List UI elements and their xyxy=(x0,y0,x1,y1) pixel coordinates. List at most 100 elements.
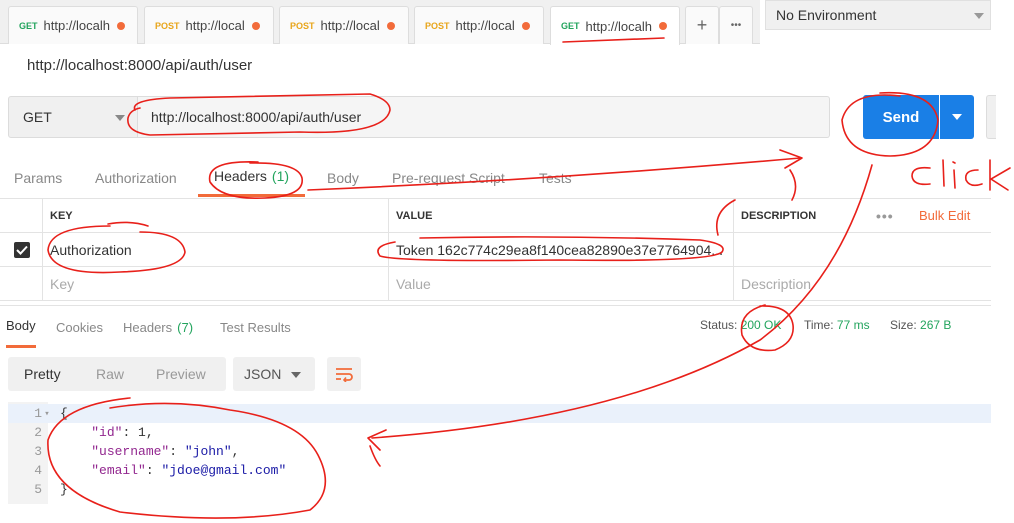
tab-label: Headers xyxy=(214,168,267,184)
json-sep: : xyxy=(122,425,139,440)
tab-response-body[interactable]: Body xyxy=(6,306,36,348)
header-key-cell[interactable]: Authorization xyxy=(43,233,389,266)
request-tab-4[interactable]: POST http://local xyxy=(414,6,544,44)
status-value: 200 OK xyxy=(740,318,782,332)
line-number: 4 xyxy=(34,463,42,478)
tab-pre-request-script[interactable]: Pre-request Script xyxy=(392,158,505,197)
send-options-button[interactable] xyxy=(940,95,974,139)
code-line: 5 } xyxy=(8,480,991,499)
json-key: "email" xyxy=(91,463,146,478)
preview-button[interactable]: Preview xyxy=(156,357,206,391)
json-sep: : xyxy=(169,444,185,459)
json-key: "id" xyxy=(91,425,123,440)
code-text: { xyxy=(60,406,68,421)
tab-response-headers[interactable]: Headers (7) xyxy=(123,306,193,348)
time-meta: Time: 77 ms xyxy=(804,318,870,332)
code-line: 1 ▾ { xyxy=(8,404,991,423)
code-line: 2 "id": 1, xyxy=(8,423,991,442)
tab-label: Body xyxy=(6,318,36,333)
header-description-cell[interactable] xyxy=(734,233,991,266)
plus-icon: + xyxy=(696,15,708,35)
tab-params[interactable]: Params xyxy=(14,158,62,197)
bulk-edit-link[interactable]: Bulk Edit xyxy=(919,208,970,223)
request-tab-2[interactable]: POST http://local xyxy=(144,6,274,44)
new-description-input[interactable]: Description xyxy=(734,267,991,300)
response-tabs: Body Cookies Headers (7) Test Results St… xyxy=(0,305,991,348)
environment-value: No Environment xyxy=(776,7,877,23)
url-input[interactable]: http://localhost:8000/api/auth/user xyxy=(138,96,830,138)
time-value: 77 ms xyxy=(836,318,870,332)
tab-tests[interactable]: Tests xyxy=(539,158,572,197)
tab-url: http://localh xyxy=(43,18,111,33)
new-tab-button[interactable]: + xyxy=(685,6,719,44)
request-tab-3[interactable]: POST http://local xyxy=(279,6,409,44)
format-select[interactable]: JSON xyxy=(233,357,315,391)
chevron-down-icon xyxy=(115,115,125,121)
tab-authorization[interactable]: Authorization xyxy=(95,158,177,197)
unsaved-dot-icon xyxy=(386,21,395,30)
fold-icon[interactable]: ▾ xyxy=(42,409,52,419)
new-key-input[interactable]: Key xyxy=(43,267,389,300)
headers-table: KEY VALUE DESCRIPTION ••• Bulk Edit Auth… xyxy=(0,198,991,301)
table-row-new: Key Value Description xyxy=(0,267,991,301)
environment-select[interactable]: No Environment xyxy=(765,0,991,30)
time-label: Time: xyxy=(804,318,834,332)
more-icon[interactable]: ••• xyxy=(876,208,894,224)
column-header-description: DESCRIPTION ••• Bulk Edit xyxy=(734,199,991,232)
size-meta: Size: 267 B xyxy=(890,318,951,332)
code-line: 4 "email": "jdoe@gmail.com" xyxy=(8,461,991,480)
tab-label: Cookies xyxy=(56,319,103,335)
tab-cookies[interactable]: Cookies xyxy=(56,306,103,348)
size-value: 267 B xyxy=(920,318,952,332)
tab-method: POST xyxy=(290,20,315,31)
header-key: Authorization xyxy=(50,241,132,258)
raw-button[interactable]: Raw xyxy=(96,357,124,391)
tab-label: Authorization xyxy=(95,169,177,186)
checkbox-column-header xyxy=(0,199,43,232)
request-tab-1[interactable]: GET http://localh xyxy=(8,6,138,44)
response-body-editor[interactable]: 1 ▾ { 2 "id": 1, 3 "username": "john", 4… xyxy=(8,402,991,504)
unsaved-dot-icon xyxy=(659,22,668,30)
tab-label: Test Results xyxy=(220,319,291,335)
chevron-down-icon xyxy=(291,372,301,378)
unsaved-dot-icon xyxy=(251,21,260,30)
wrap-lines-button[interactable] xyxy=(327,357,361,391)
json-end: , xyxy=(231,444,240,459)
method-select[interactable]: GET xyxy=(8,96,138,138)
json-key: "username" xyxy=(91,444,170,459)
header-value: Token 162c774c29ea8f140cea82890e37e77649… xyxy=(396,241,723,258)
size-label: Size: xyxy=(890,318,917,332)
status-meta: Status: 200 OK xyxy=(700,318,781,332)
save-button[interactable] xyxy=(986,95,996,139)
line-number: 1 xyxy=(34,406,42,421)
chevron-down-icon xyxy=(974,13,984,19)
tab-test-results[interactable]: Test Results xyxy=(220,306,291,348)
column-header-value: VALUE xyxy=(389,199,734,232)
request-section-tabs: Params Authorization Headers (1) Body Pr… xyxy=(0,158,991,197)
json-value: "john" xyxy=(184,444,232,459)
json-value: 1 xyxy=(138,425,146,440)
line-number: 5 xyxy=(34,482,42,497)
headers-count: (1) xyxy=(271,168,290,184)
new-value-input[interactable]: Value xyxy=(389,267,734,300)
tab-label: Params xyxy=(14,169,63,186)
send-button[interactable]: Send xyxy=(863,95,939,139)
unsaved-dot-icon xyxy=(521,21,530,30)
tab-more-button[interactable]: ••• xyxy=(719,6,753,44)
json-end: , xyxy=(145,425,154,440)
tab-label: Body xyxy=(327,169,359,186)
header-value-cell[interactable]: Token 162c774c29ea8f140cea82890e37e77649… xyxy=(389,233,734,266)
line-number: 2 xyxy=(34,425,42,440)
tab-headers[interactable]: Headers (1) xyxy=(198,158,306,197)
pretty-button[interactable]: Pretty xyxy=(24,357,61,391)
check-icon xyxy=(16,245,28,255)
request-tab-active[interactable]: GET http://localh xyxy=(550,6,680,45)
tab-label: Pre-request Script xyxy=(392,169,505,186)
format-value: JSON xyxy=(244,366,282,382)
tab-label: Tests xyxy=(539,169,572,186)
enabled-checkbox[interactable] xyxy=(14,241,30,258)
tab-method: POST xyxy=(425,20,450,31)
column-header-key: KEY xyxy=(43,199,389,232)
row-checkbox-cell xyxy=(0,267,43,300)
tab-body[interactable]: Body xyxy=(327,158,359,197)
